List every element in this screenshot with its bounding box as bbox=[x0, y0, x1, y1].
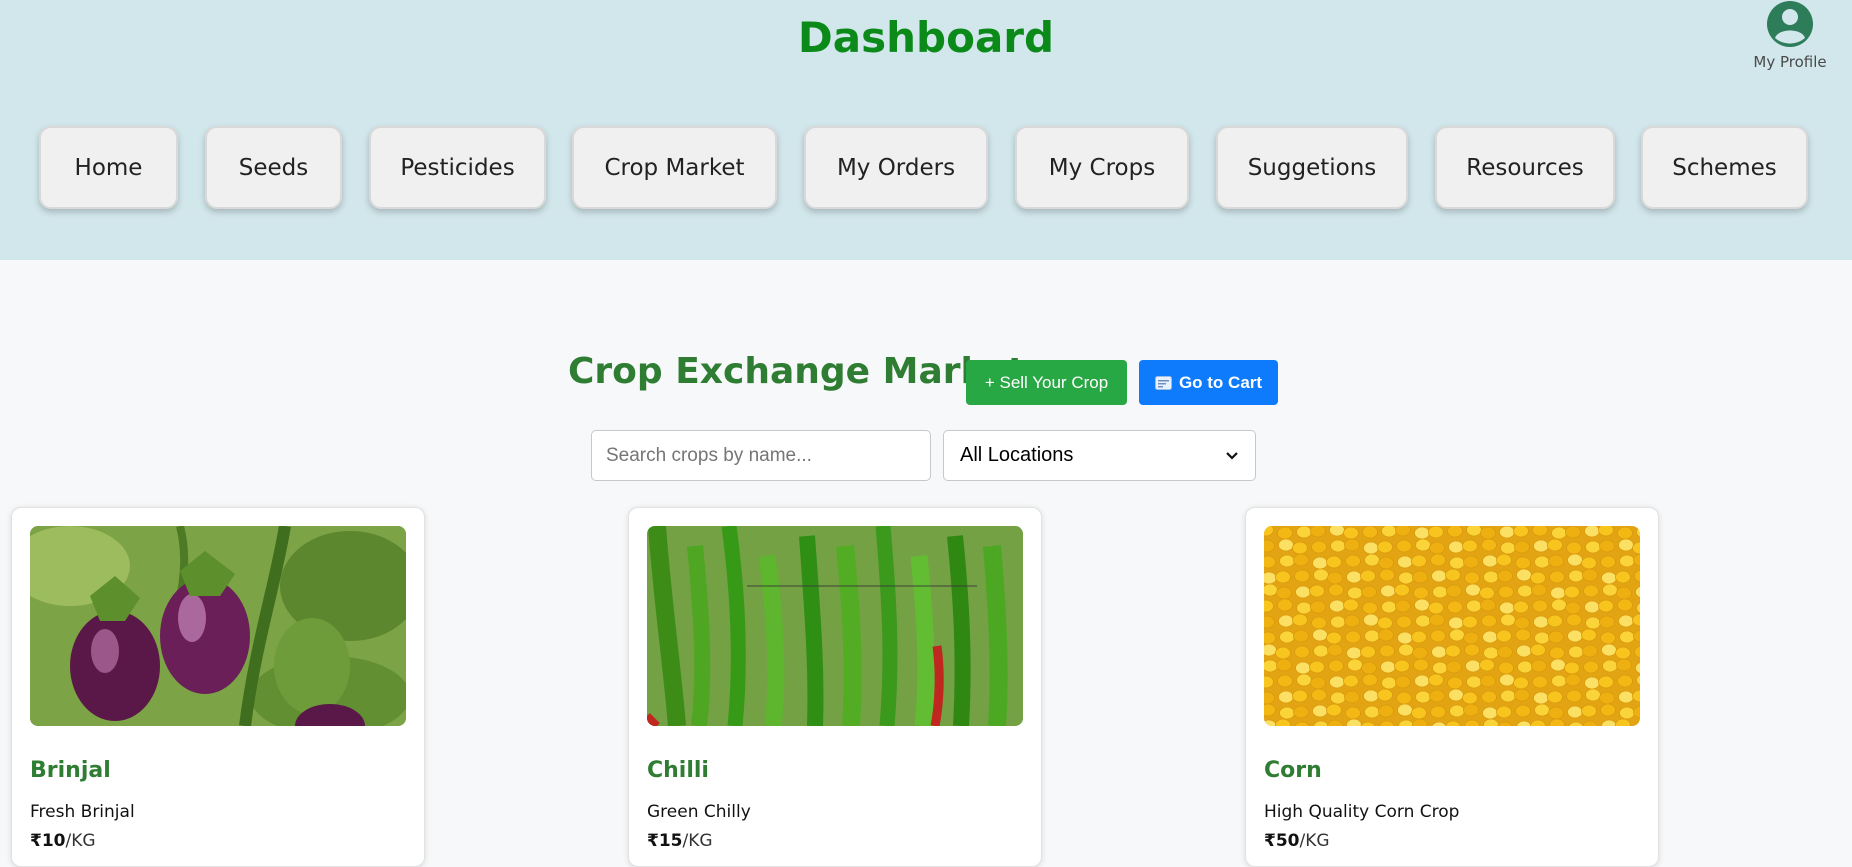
crop-card[interactable]: Brinjal Fresh Brinjal ₹10/KG bbox=[11, 507, 425, 867]
nav-my-orders-button[interactable]: My Orders bbox=[804, 126, 988, 209]
profile-label: My Profile bbox=[1753, 53, 1827, 71]
sell-crop-label: + Sell Your Crop bbox=[984, 372, 1109, 392]
sell-crop-button[interactable]: + Sell Your Crop bbox=[966, 360, 1127, 405]
crop-description: Fresh Brinjal bbox=[30, 802, 135, 822]
crop-price: ₹50/KG bbox=[1264, 829, 1330, 853]
crop-price-unit: /KG bbox=[1299, 831, 1330, 851]
crop-price-value: ₹10 bbox=[30, 831, 66, 851]
corn-photo bbox=[1264, 526, 1640, 726]
crop-name: Corn bbox=[1264, 758, 1322, 783]
crop-price-value: ₹15 bbox=[647, 831, 683, 851]
crop-name: Chilli bbox=[647, 758, 709, 783]
header-bar: Dashboard My Profile Home Seeds Pesticid… bbox=[0, 0, 1852, 260]
crop-price-unit: /KG bbox=[682, 831, 713, 851]
nav-suggestions-button[interactable]: Suggetions bbox=[1216, 126, 1408, 209]
nav-home-button[interactable]: Home bbox=[39, 126, 178, 209]
market-title: Crop Exchange Market bbox=[568, 351, 1026, 392]
user-avatar-icon bbox=[1767, 1, 1813, 47]
brinjal-photo bbox=[30, 526, 406, 726]
chilli-photo bbox=[647, 526, 1023, 726]
chevron-down-icon bbox=[1226, 451, 1238, 460]
nav-schemes-button[interactable]: Schemes bbox=[1641, 126, 1808, 209]
crop-description: High Quality Corn Crop bbox=[1264, 802, 1460, 822]
crop-price: ₹10/KG bbox=[30, 829, 96, 853]
crop-card[interactable]: Chilli Green Chilly ₹15/KG bbox=[628, 507, 1042, 867]
crop-price-value: ₹50 bbox=[1264, 831, 1300, 851]
nav-seeds-button[interactable]: Seeds bbox=[205, 126, 342, 209]
cart-icon bbox=[1154, 375, 1172, 390]
profile-link[interactable]: My Profile bbox=[1740, 0, 1840, 76]
crop-description: Green Chilly bbox=[647, 802, 751, 822]
crop-search-input[interactable] bbox=[591, 430, 931, 481]
crop-price-unit: /KG bbox=[65, 831, 96, 851]
location-select-value: All Locations bbox=[960, 444, 1074, 466]
go-to-cart-label: Go to Cart bbox=[1178, 372, 1263, 392]
page-title: Dashboard bbox=[797, 13, 1055, 62]
nav-crop-market-button[interactable]: Crop Market bbox=[572, 126, 777, 209]
crop-price: ₹15/KG bbox=[647, 829, 713, 853]
nav-my-crops-button[interactable]: My Crops bbox=[1015, 126, 1189, 209]
nav-resources-button[interactable]: Resources bbox=[1435, 126, 1615, 209]
go-to-cart-button[interactable]: Go to Cart bbox=[1139, 360, 1278, 405]
crop-card[interactable]: Corn High Quality Corn Crop ₹50/KG bbox=[1245, 507, 1659, 867]
crop-name: Brinjal bbox=[30, 758, 111, 783]
location-select[interactable]: All Locations bbox=[943, 430, 1256, 481]
nav-pesticides-button[interactable]: Pesticides bbox=[369, 126, 546, 209]
